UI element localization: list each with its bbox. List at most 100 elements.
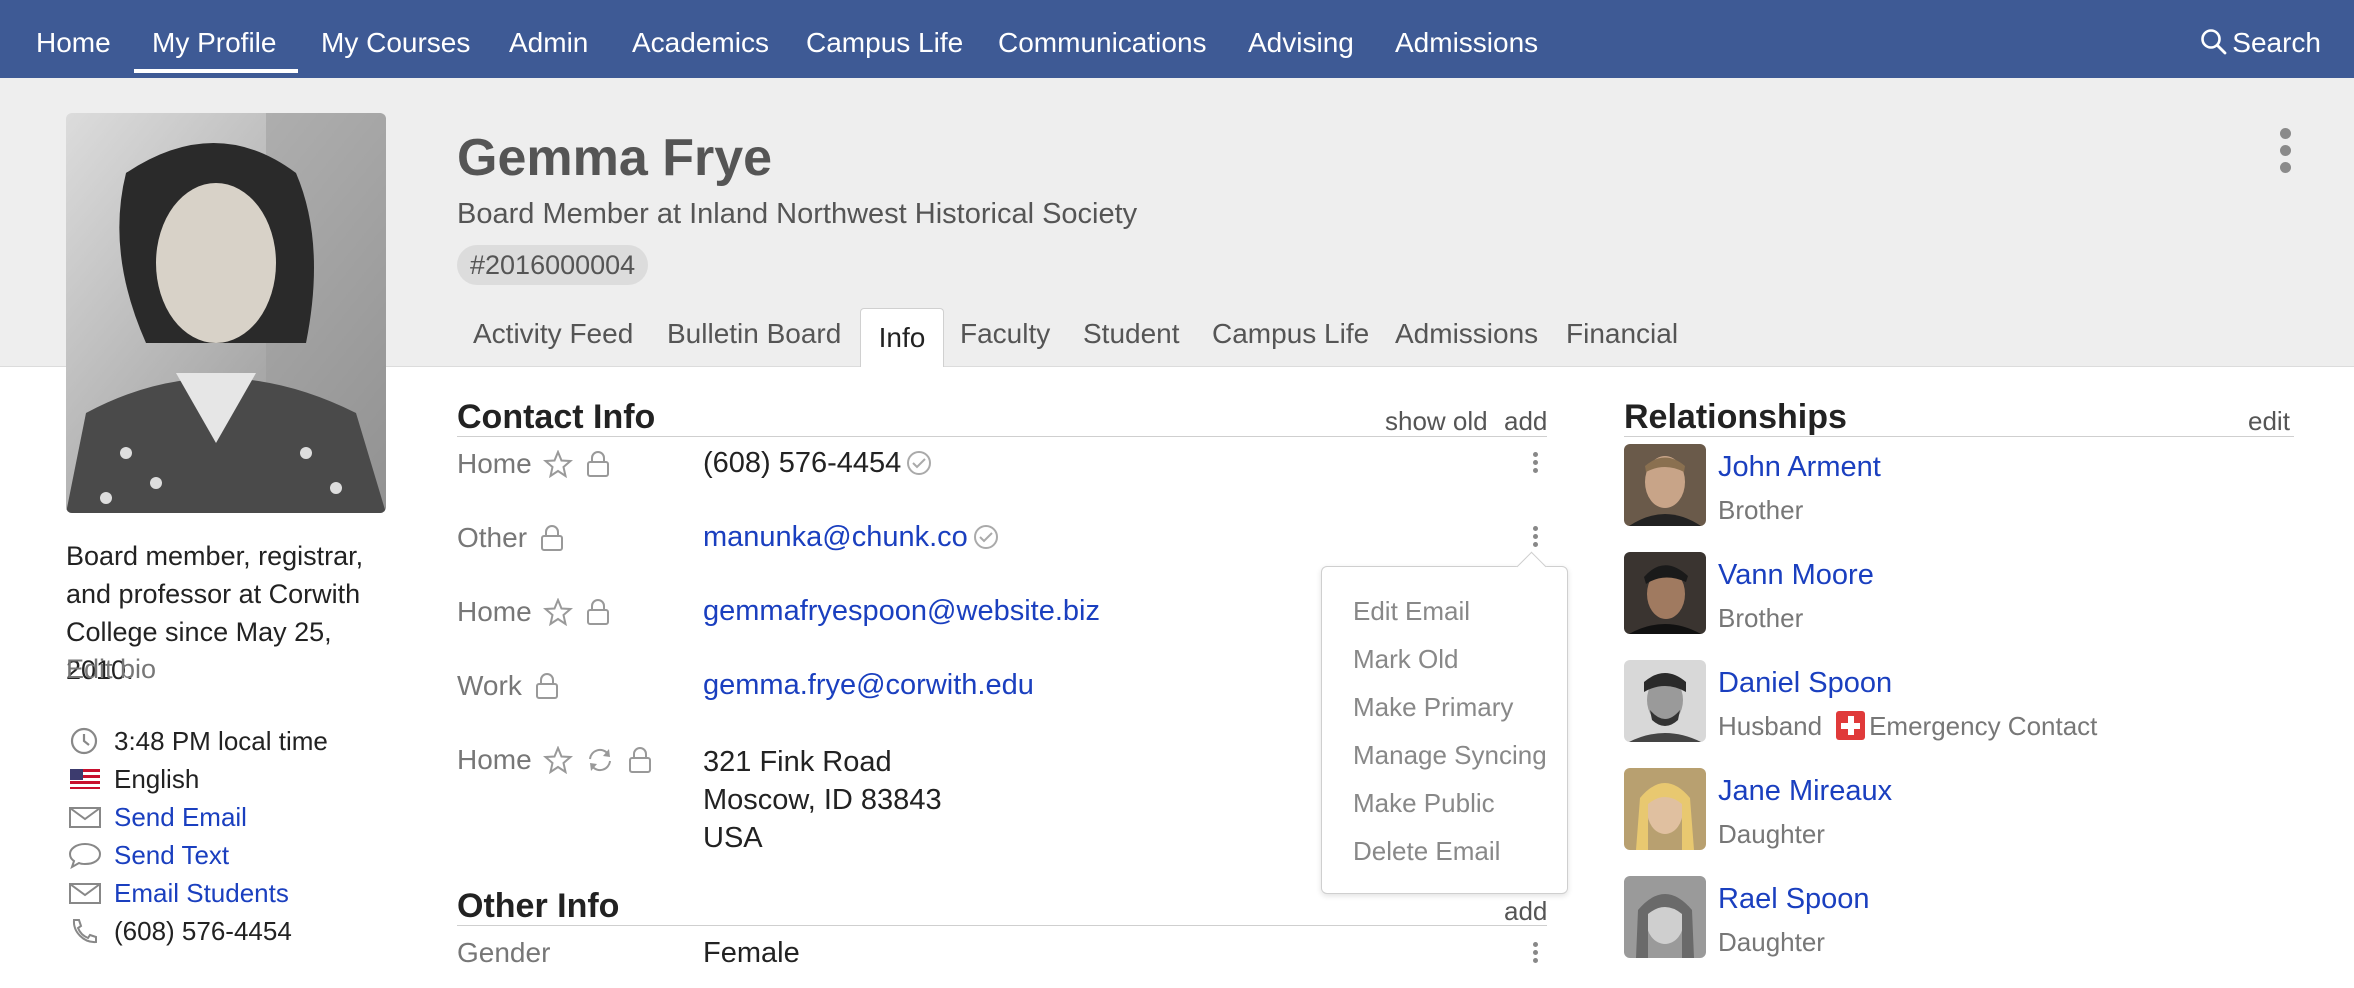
gender-value: Female bbox=[703, 937, 800, 969]
edit-relationships-link[interactable]: edit bbox=[2248, 406, 2290, 437]
menu-make-primary[interactable]: Make Primary bbox=[1353, 692, 1513, 723]
relation-role: Husband bbox=[1718, 711, 1823, 741]
contact-row-label: Home bbox=[457, 448, 611, 480]
contact-row-menu[interactable] bbox=[1529, 526, 1541, 550]
lock-icon[interactable] bbox=[585, 450, 611, 478]
avatar[interactable] bbox=[1624, 552, 1706, 634]
contact-email-work: gemma.frye@corwith.edu bbox=[703, 669, 1034, 702]
tab-info[interactable]: Info bbox=[860, 308, 944, 367]
relation-name-link[interactable]: Daniel Spoon bbox=[1718, 667, 1892, 700]
contact-email-link[interactable]: gemma.frye@corwith.edu bbox=[703, 669, 1034, 701]
contact-info-divider bbox=[457, 436, 1547, 437]
avatar[interactable] bbox=[1624, 876, 1706, 958]
lock-icon[interactable] bbox=[585, 598, 611, 626]
nav-admin[interactable]: Admin bbox=[509, 27, 588, 59]
avatar[interactable] bbox=[1624, 444, 1706, 526]
send-text-row[interactable]: Send Text bbox=[68, 840, 229, 871]
nav-academics[interactable]: Academics bbox=[632, 27, 769, 59]
lock-icon[interactable] bbox=[539, 524, 565, 552]
contact-type-label: Home bbox=[457, 448, 532, 479]
tab-campus-life[interactable]: Campus Life bbox=[1212, 318, 1369, 350]
nav-my-profile[interactable]: My Profile bbox=[152, 27, 276, 59]
star-icon[interactable] bbox=[543, 745, 574, 775]
phone-number: (608) 576-4454 bbox=[114, 916, 292, 946]
contact-row-label: Home bbox=[457, 744, 653, 776]
contact-row-label: Home bbox=[457, 596, 611, 628]
profile-name: Gemma Frye bbox=[457, 129, 773, 187]
menu-mark-old[interactable]: Mark Old bbox=[1353, 644, 1458, 675]
language: English bbox=[114, 764, 200, 794]
contact-email-other: manunka@chunk.co bbox=[703, 521, 1000, 554]
nav-admissions[interactable]: Admissions bbox=[1395, 27, 1538, 59]
relation-name-link[interactable]: Rael Spoon bbox=[1718, 883, 1870, 916]
relationships-divider bbox=[1624, 436, 2294, 437]
menu-pointer bbox=[1516, 551, 1547, 582]
profile-id-badge: #2016000004 bbox=[457, 245, 649, 285]
contact-email-link[interactable]: gemmafryespoon@website.biz bbox=[703, 595, 1100, 627]
tab-bulletin-board[interactable]: Bulletin Board bbox=[667, 318, 841, 350]
menu-manage-syncing[interactable]: Manage Syncing bbox=[1353, 740, 1547, 771]
menu-make-public[interactable]: Make Public bbox=[1353, 788, 1495, 819]
contact-email-home: gemmafryespoon@website.biz bbox=[703, 595, 1100, 628]
contact-type-label: Work bbox=[457, 670, 522, 701]
nav-my-courses[interactable]: My Courses bbox=[321, 27, 470, 59]
contact-email-link[interactable]: manunka@chunk.co bbox=[703, 521, 968, 553]
email-students-link[interactable]: Email Students bbox=[114, 878, 289, 908]
tab-student[interactable]: Student bbox=[1083, 318, 1180, 350]
tab-admissions[interactable]: Admissions bbox=[1395, 318, 1538, 350]
nav-search[interactable]: Search bbox=[2200, 27, 2321, 59]
contact-row-menu[interactable] bbox=[1529, 452, 1541, 476]
menu-delete-email[interactable]: Delete Email bbox=[1353, 836, 1500, 867]
relation-role: Daughter bbox=[1718, 927, 1825, 957]
local-time-row: 3:48 PM local time bbox=[68, 726, 328, 757]
relation-name-link[interactable]: Vann Moore bbox=[1718, 559, 1874, 592]
verified-check-icon bbox=[973, 525, 998, 549]
lock-icon[interactable] bbox=[534, 672, 560, 700]
nav-communications[interactable]: Communications bbox=[998, 27, 1207, 59]
relation-role-row: Husband Emergency Contact bbox=[1718, 711, 2097, 742]
tab-financial[interactable]: Financial bbox=[1566, 318, 1678, 350]
profile-subtitle: Board Member at Inland Northwest Histori… bbox=[457, 198, 1138, 230]
contact-phone: (608) 576-4454 bbox=[703, 447, 933, 480]
tab-activity-feed[interactable]: Activity Feed bbox=[473, 318, 633, 350]
language-row: English bbox=[68, 764, 199, 795]
gender-label: Gender bbox=[457, 937, 551, 968]
relation-name-link[interactable]: Jane Mireaux bbox=[1718, 775, 1892, 808]
tab-faculty[interactable]: Faculty bbox=[960, 318, 1050, 350]
email-students-row[interactable]: Email Students bbox=[68, 878, 289, 909]
nav-home[interactable]: Home bbox=[36, 27, 111, 59]
send-email-link[interactable]: Send Email bbox=[114, 802, 247, 832]
phone-icon bbox=[72, 919, 97, 944]
lock-icon[interactable] bbox=[627, 746, 653, 774]
star-icon[interactable] bbox=[543, 597, 574, 627]
star-icon[interactable] bbox=[543, 449, 574, 479]
send-email-row[interactable]: Send Email bbox=[68, 802, 247, 833]
search-icon bbox=[2201, 29, 2227, 55]
nav-campus-life[interactable]: Campus Life bbox=[806, 27, 963, 59]
more-dot-icon bbox=[2279, 162, 2291, 173]
edit-bio-link[interactable]: Edit bio bbox=[66, 654, 156, 685]
add-other-info-link[interactable]: add bbox=[1504, 896, 1547, 927]
contact-address: 321 Fink Road Moscow, ID 83843 USA bbox=[703, 743, 942, 857]
avatar[interactable] bbox=[1624, 660, 1706, 742]
relation-name-link[interactable]: John Arment bbox=[1718, 451, 1881, 484]
avatar[interactable] bbox=[1624, 768, 1706, 850]
other-row-menu[interactable] bbox=[1529, 942, 1541, 966]
other-info-title: Other Info bbox=[457, 887, 620, 925]
profile-more-menu[interactable] bbox=[2277, 128, 2293, 178]
show-old-link[interactable]: show old bbox=[1385, 406, 1488, 437]
speech-bubble-icon bbox=[68, 842, 102, 870]
profile-photo bbox=[66, 113, 386, 513]
menu-edit-email[interactable]: Edit Email bbox=[1353, 596, 1470, 627]
email-actions-menu: Edit Email Mark Old Make Primary Manage … bbox=[1321, 551, 1568, 894]
relation-role: Brother bbox=[1718, 603, 1804, 633]
sync-icon[interactable] bbox=[585, 746, 615, 774]
nav-advising[interactable]: Advising bbox=[1248, 27, 1354, 59]
send-text-link[interactable]: Send Text bbox=[114, 840, 229, 870]
envelope-icon bbox=[69, 807, 101, 828]
address-line-2: Moscow, ID 83843 bbox=[703, 784, 942, 816]
us-flag-icon bbox=[70, 769, 100, 789]
add-contact-link[interactable]: add bbox=[1504, 406, 1547, 437]
emergency-contact-icon bbox=[1836, 711, 1866, 740]
top-nav: Home My Profile My Courses Admin Academi… bbox=[0, 0, 2354, 78]
